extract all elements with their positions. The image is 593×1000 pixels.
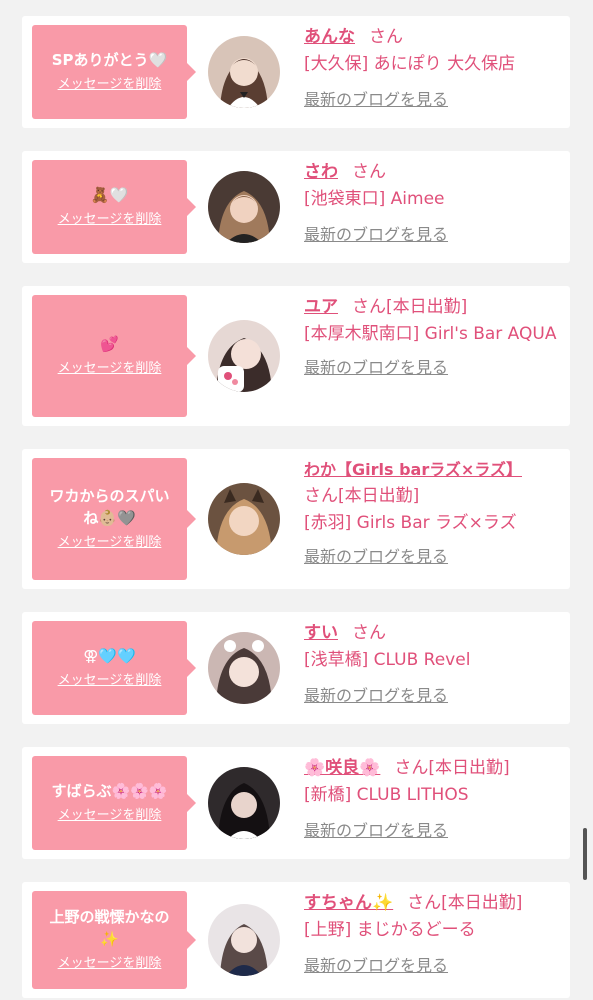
cast-honorific: さん[本日出勤]	[394, 758, 510, 778]
message-text: すばらぶ🌸🌸🌸	[51, 782, 168, 800]
message-text: SPありがとう🤍	[51, 51, 168, 69]
cast-name-link[interactable]: 🌸咲良🌸	[304, 758, 380, 778]
delete-message-link[interactable]: メッセージを削除	[58, 359, 162, 379]
message-text: ワカからのスパいね👶🏼🩶	[49, 487, 170, 527]
message-text: 上野の戦慄かなの✨	[49, 908, 170, 948]
avatar[interactable]	[208, 483, 280, 555]
cast-honorific: さん	[352, 162, 386, 182]
cast-name-link[interactable]: あんな	[304, 27, 355, 47]
cast-info: わか【Girls barラズ×ラズ】 さん[本日出勤] [赤羽] Girls B…	[304, 457, 564, 569]
cast-honorific: さん[本日出勤]	[352, 297, 468, 317]
list-item: 上野の戦慄かなの✨ メッセージを削除 すちゃん✨ さん[本日出勤] [上野] まじ…	[22, 882, 570, 998]
cast-honorific: さん[本日出勤]	[407, 893, 523, 913]
shop-name: [新橋] CLUB LITHOS	[304, 785, 469, 805]
message-bubble: 🧸🤍 メッセージを削除	[32, 160, 196, 254]
list-item: SPありがとう🤍 メッセージを削除 あんな さん [大久保] あにぽり 大久保店 …	[22, 16, 570, 128]
cast-honorific: さん	[369, 27, 403, 47]
message-text: 🧸🤍	[90, 186, 129, 204]
shop-name: [池袋東口] Aimee	[304, 189, 445, 209]
message-bubble: すばらぶ🌸🌸🌸 メッセージを削除	[32, 756, 196, 850]
avatar[interactable]	[208, 36, 280, 108]
delete-message-link[interactable]: メッセージを削除	[58, 210, 162, 230]
avatar[interactable]	[208, 320, 280, 392]
cast-info: すい さん [浅草橋] CLUB Revel 最新のブログを見る	[304, 620, 564, 708]
latest-blog-link[interactable]: 最新のブログを見る	[304, 819, 564, 843]
avatar[interactable]	[208, 904, 280, 976]
latest-blog-link[interactable]: 最新のブログを見る	[304, 88, 564, 112]
cast-name-link[interactable]: すちゃん✨	[304, 893, 393, 913]
delete-message-link[interactable]: メッセージを削除	[58, 671, 162, 691]
latest-blog-link[interactable]: 最新のブログを見る	[304, 545, 564, 569]
latest-blog-link[interactable]: 最新のブログを見る	[304, 684, 564, 708]
cast-name-link[interactable]: すい	[304, 623, 338, 643]
avatar[interactable]	[208, 767, 280, 839]
cast-name-link[interactable]: ユア	[304, 297, 338, 317]
shop-name: [上野] まじかるどーる	[304, 920, 476, 940]
list-item: 💕 メッセージを削除 ユア さん[本日出勤] [本厚木駅南口] Girl's Ba…	[22, 286, 570, 426]
delete-message-link[interactable]: メッセージを削除	[58, 75, 162, 95]
latest-blog-link[interactable]: 最新のブログを見る	[304, 954, 564, 978]
cast-honorific: さん[本日出勤]	[304, 486, 420, 506]
avatar[interactable]	[208, 632, 280, 704]
list-item: すばらぶ🌸🌸🌸 メッセージを削除 🌸咲良🌸 さん[本日出勤] [新橋] CLUB …	[22, 747, 570, 859]
delete-message-link[interactable]: メッセージを削除	[58, 533, 162, 553]
shop-name: [赤羽] Girls Bar ラズ×ラズ	[304, 513, 517, 533]
latest-blog-link[interactable]: 最新のブログを見る	[304, 356, 564, 380]
cast-info: 🌸咲良🌸 さん[本日出勤] [新橋] CLUB LITHOS 最新のブログを見る	[304, 755, 564, 843]
message-bubble: SPありがとう🤍 メッセージを削除	[32, 25, 196, 119]
delete-message-link[interactable]: メッセージを削除	[58, 954, 162, 974]
avatar[interactable]	[208, 171, 280, 243]
shop-name: [本厚木駅南口] Girl's Bar AQUA	[304, 324, 557, 344]
cast-name-link[interactable]: わか【Girls barラズ×ラズ】	[304, 460, 522, 479]
shop-name: [大久保] あにぽり 大久保店	[304, 54, 516, 74]
cast-info: ユア さん[本日出勤] [本厚木駅南口] Girl's Bar AQUA 最新のブ…	[304, 294, 564, 380]
delete-message-link[interactable]: メッセージを削除	[58, 806, 162, 826]
message-bubble: ワカからのスパいね👶🏼🩶 メッセージを削除	[32, 458, 196, 580]
cast-honorific: さん	[352, 623, 386, 643]
cast-info: すちゃん✨ さん[本日出勤] [上野] まじかるどーる 最新のブログを見る	[304, 890, 564, 978]
message-bubble: 💕 メッセージを削除	[32, 295, 196, 417]
message-text: ⚢🩵🩵	[83, 647, 136, 665]
list-item: ワカからのスパいね👶🏼🩶 メッセージを削除 わか【Girls barラズ×ラズ】…	[22, 449, 570, 589]
latest-blog-link[interactable]: 最新のブログを見る	[304, 223, 564, 247]
list-item: 🧸🤍 メッセージを削除 さわ さん [池袋東口] Aimee 最新のブログを見る	[22, 151, 570, 263]
cast-info: さわ さん [池袋東口] Aimee 最新のブログを見る	[304, 159, 564, 247]
shop-name: [浅草橋] CLUB Revel	[304, 650, 471, 670]
scrollbar[interactable]	[583, 828, 587, 880]
message-bubble: ⚢🩵🩵 メッセージを削除	[32, 621, 196, 715]
message-bubble: 上野の戦慄かなの✨ メッセージを削除	[32, 891, 196, 989]
cast-name-link[interactable]: さわ	[304, 162, 338, 182]
list-item: ⚢🩵🩵 メッセージを削除 すい さん [浅草橋] CLUB Revel 最新のブロ…	[22, 612, 570, 724]
cast-info: あんな さん [大久保] あにぽり 大久保店 最新のブログを見る	[304, 24, 564, 112]
message-text: 💕	[100, 335, 119, 353]
